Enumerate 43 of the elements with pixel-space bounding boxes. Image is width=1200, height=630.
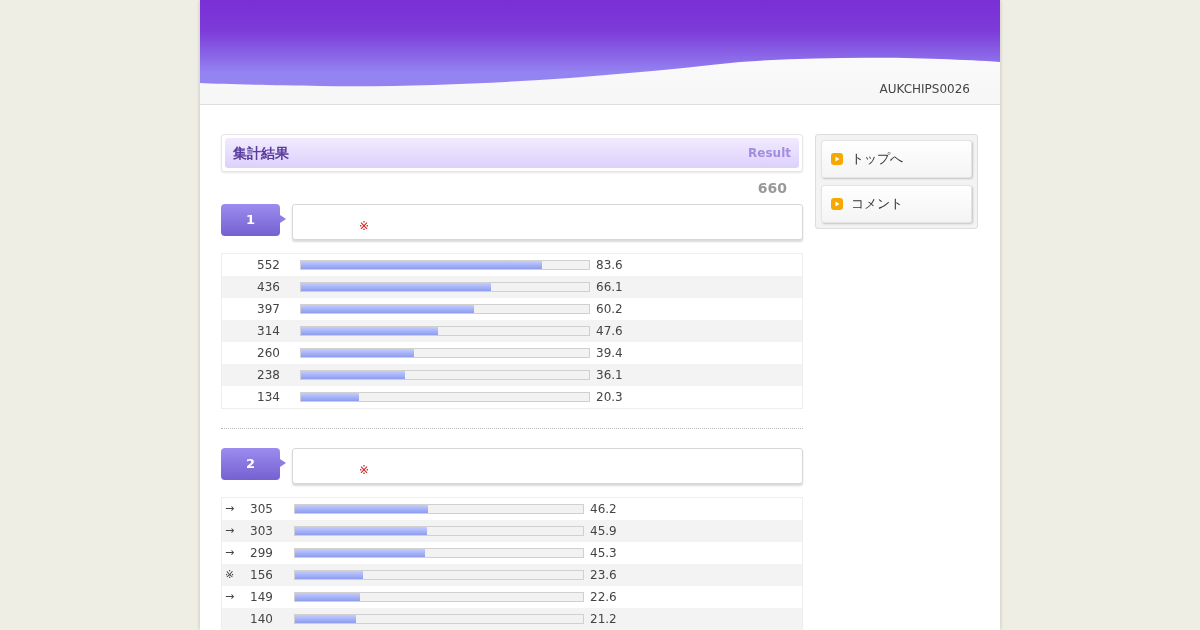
- vote-count: 134: [257, 390, 280, 404]
- vote-count: 238: [257, 368, 280, 382]
- vote-count: 305: [250, 502, 273, 516]
- vote-count: 436: [257, 280, 280, 294]
- row-marker: →: [225, 545, 235, 559]
- row-marker: →: [225, 523, 235, 537]
- row-marker: →: [225, 501, 235, 515]
- percent-value: 39.4: [596, 345, 623, 362]
- percent-value: 36.1: [596, 367, 623, 384]
- play-icon: [831, 198, 843, 210]
- section-subtitle: Result: [748, 145, 791, 162]
- site-code: AUKCHIPS0026: [879, 81, 970, 98]
- percent-value: 45.3: [590, 545, 617, 562]
- vote-count: 552: [257, 258, 280, 272]
- percent-value: 60.2: [596, 301, 623, 318]
- percent-value: 47.6: [596, 323, 623, 340]
- vote-count: 314: [257, 324, 280, 338]
- percent-value: 21.2: [590, 611, 617, 628]
- vote-count: 149: [250, 590, 273, 604]
- percent-value: 83.6: [596, 257, 623, 274]
- percent-value: 66.1: [596, 279, 623, 296]
- vote-count: 303: [250, 524, 273, 538]
- play-icon: [831, 153, 843, 165]
- percent-value: 20.3: [596, 389, 623, 406]
- vote-count: 260: [257, 346, 280, 360]
- required-mark: ※: [359, 463, 370, 477]
- question-number: 2: [221, 448, 280, 480]
- question-number: 1: [221, 204, 280, 236]
- row-marker: ※: [225, 567, 235, 581]
- vote-count: 397: [257, 302, 280, 316]
- section-title: 集計結果: [233, 143, 289, 163]
- percent-value: 46.2: [590, 501, 617, 518]
- menu-button[interactable]: トップへ: [821, 140, 972, 178]
- percent-value: 22.6: [590, 589, 617, 606]
- menu-button[interactable]: コメント: [821, 185, 972, 223]
- percent-value: 23.6: [590, 567, 617, 584]
- row-marker: →: [225, 589, 235, 603]
- total-count: 660: [757, 178, 787, 198]
- vote-count: 156: [250, 568, 273, 582]
- vote-count: 140: [250, 612, 273, 626]
- required-mark: ※: [359, 219, 370, 233]
- percent-value: 45.9: [590, 523, 617, 540]
- vote-count: 299: [250, 546, 273, 560]
